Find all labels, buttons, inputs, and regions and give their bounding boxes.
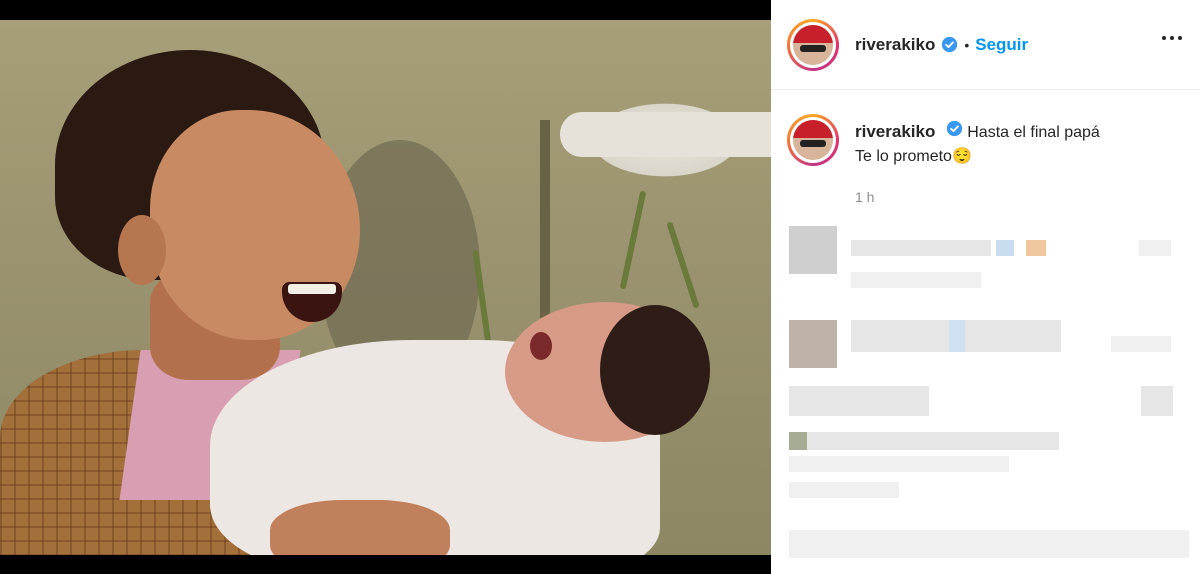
photo-man-ear <box>118 215 166 285</box>
blurred-text <box>851 240 991 256</box>
avatar-image <box>793 120 833 160</box>
avatar-image <box>793 24 833 65</box>
post-caption: riverakiko Hasta el final papá Te lo pro… <box>771 90 1200 169</box>
verified-badge-icon <box>946 120 963 137</box>
caption-text-line2: Te lo prometo😌 <box>855 148 972 165</box>
blurred-like <box>1139 240 1171 256</box>
avatar-cap <box>793 120 833 138</box>
photo-plant-leaf <box>619 190 647 290</box>
blurred-text <box>789 432 807 450</box>
photo-plant-leaf <box>666 221 700 309</box>
post-sidebar: riverakiko • Seguir riverakiko Hasta el … <box>771 0 1200 574</box>
more-options-icon[interactable] <box>1162 36 1182 40</box>
blurred-text <box>949 320 965 352</box>
separator-dot: • <box>964 36 970 53</box>
photo-baby-hair <box>600 305 710 435</box>
blurred-text <box>789 432 1059 450</box>
photo-lamp <box>560 112 771 157</box>
avatar-glasses <box>800 140 826 147</box>
post-header: riverakiko • Seguir <box>771 0 1200 90</box>
caption-body: riverakiko Hasta el final papá Te lo pro… <box>855 120 1100 169</box>
blurred-text <box>789 456 1009 472</box>
avatar-frame <box>790 21 836 68</box>
follow-button[interactable]: Seguir <box>975 35 1028 55</box>
caption-username[interactable]: riverakiko <box>855 122 935 141</box>
blurred-actions <box>789 530 1189 558</box>
blurred-text <box>996 240 1014 256</box>
blurred-text <box>789 482 899 498</box>
avatar[interactable] <box>787 18 839 71</box>
blurred-like <box>1111 336 1171 352</box>
photo-baby-mouth <box>530 332 552 360</box>
caption-avatar[interactable] <box>787 114 839 166</box>
blurred-avatar <box>789 226 837 274</box>
blurred-comments <box>771 210 1200 574</box>
photo-man-teeth <box>288 284 336 294</box>
caption-text-line1: Hasta el final papá <box>967 124 1100 141</box>
post-photo[interactable] <box>0 20 771 555</box>
header-username[interactable]: riverakiko <box>855 35 935 55</box>
blurred-like <box>1141 386 1173 416</box>
blurred-avatar <box>789 320 837 368</box>
blurred-text <box>1026 240 1046 256</box>
post-timestamp[interactable]: 1 h <box>855 189 1200 205</box>
avatar-cap <box>793 24 833 43</box>
post-photo-pane <box>0 0 771 574</box>
blurred-text <box>851 272 981 288</box>
photo-lamp-stand <box>540 120 550 340</box>
blurred-text <box>789 386 929 416</box>
photo-man-hand <box>270 500 450 555</box>
avatar-glasses <box>800 44 826 52</box>
caption-first-line: riverakiko Hasta el final papá <box>855 120 1100 145</box>
verified-badge-icon <box>941 36 958 53</box>
avatar-frame <box>790 117 836 163</box>
